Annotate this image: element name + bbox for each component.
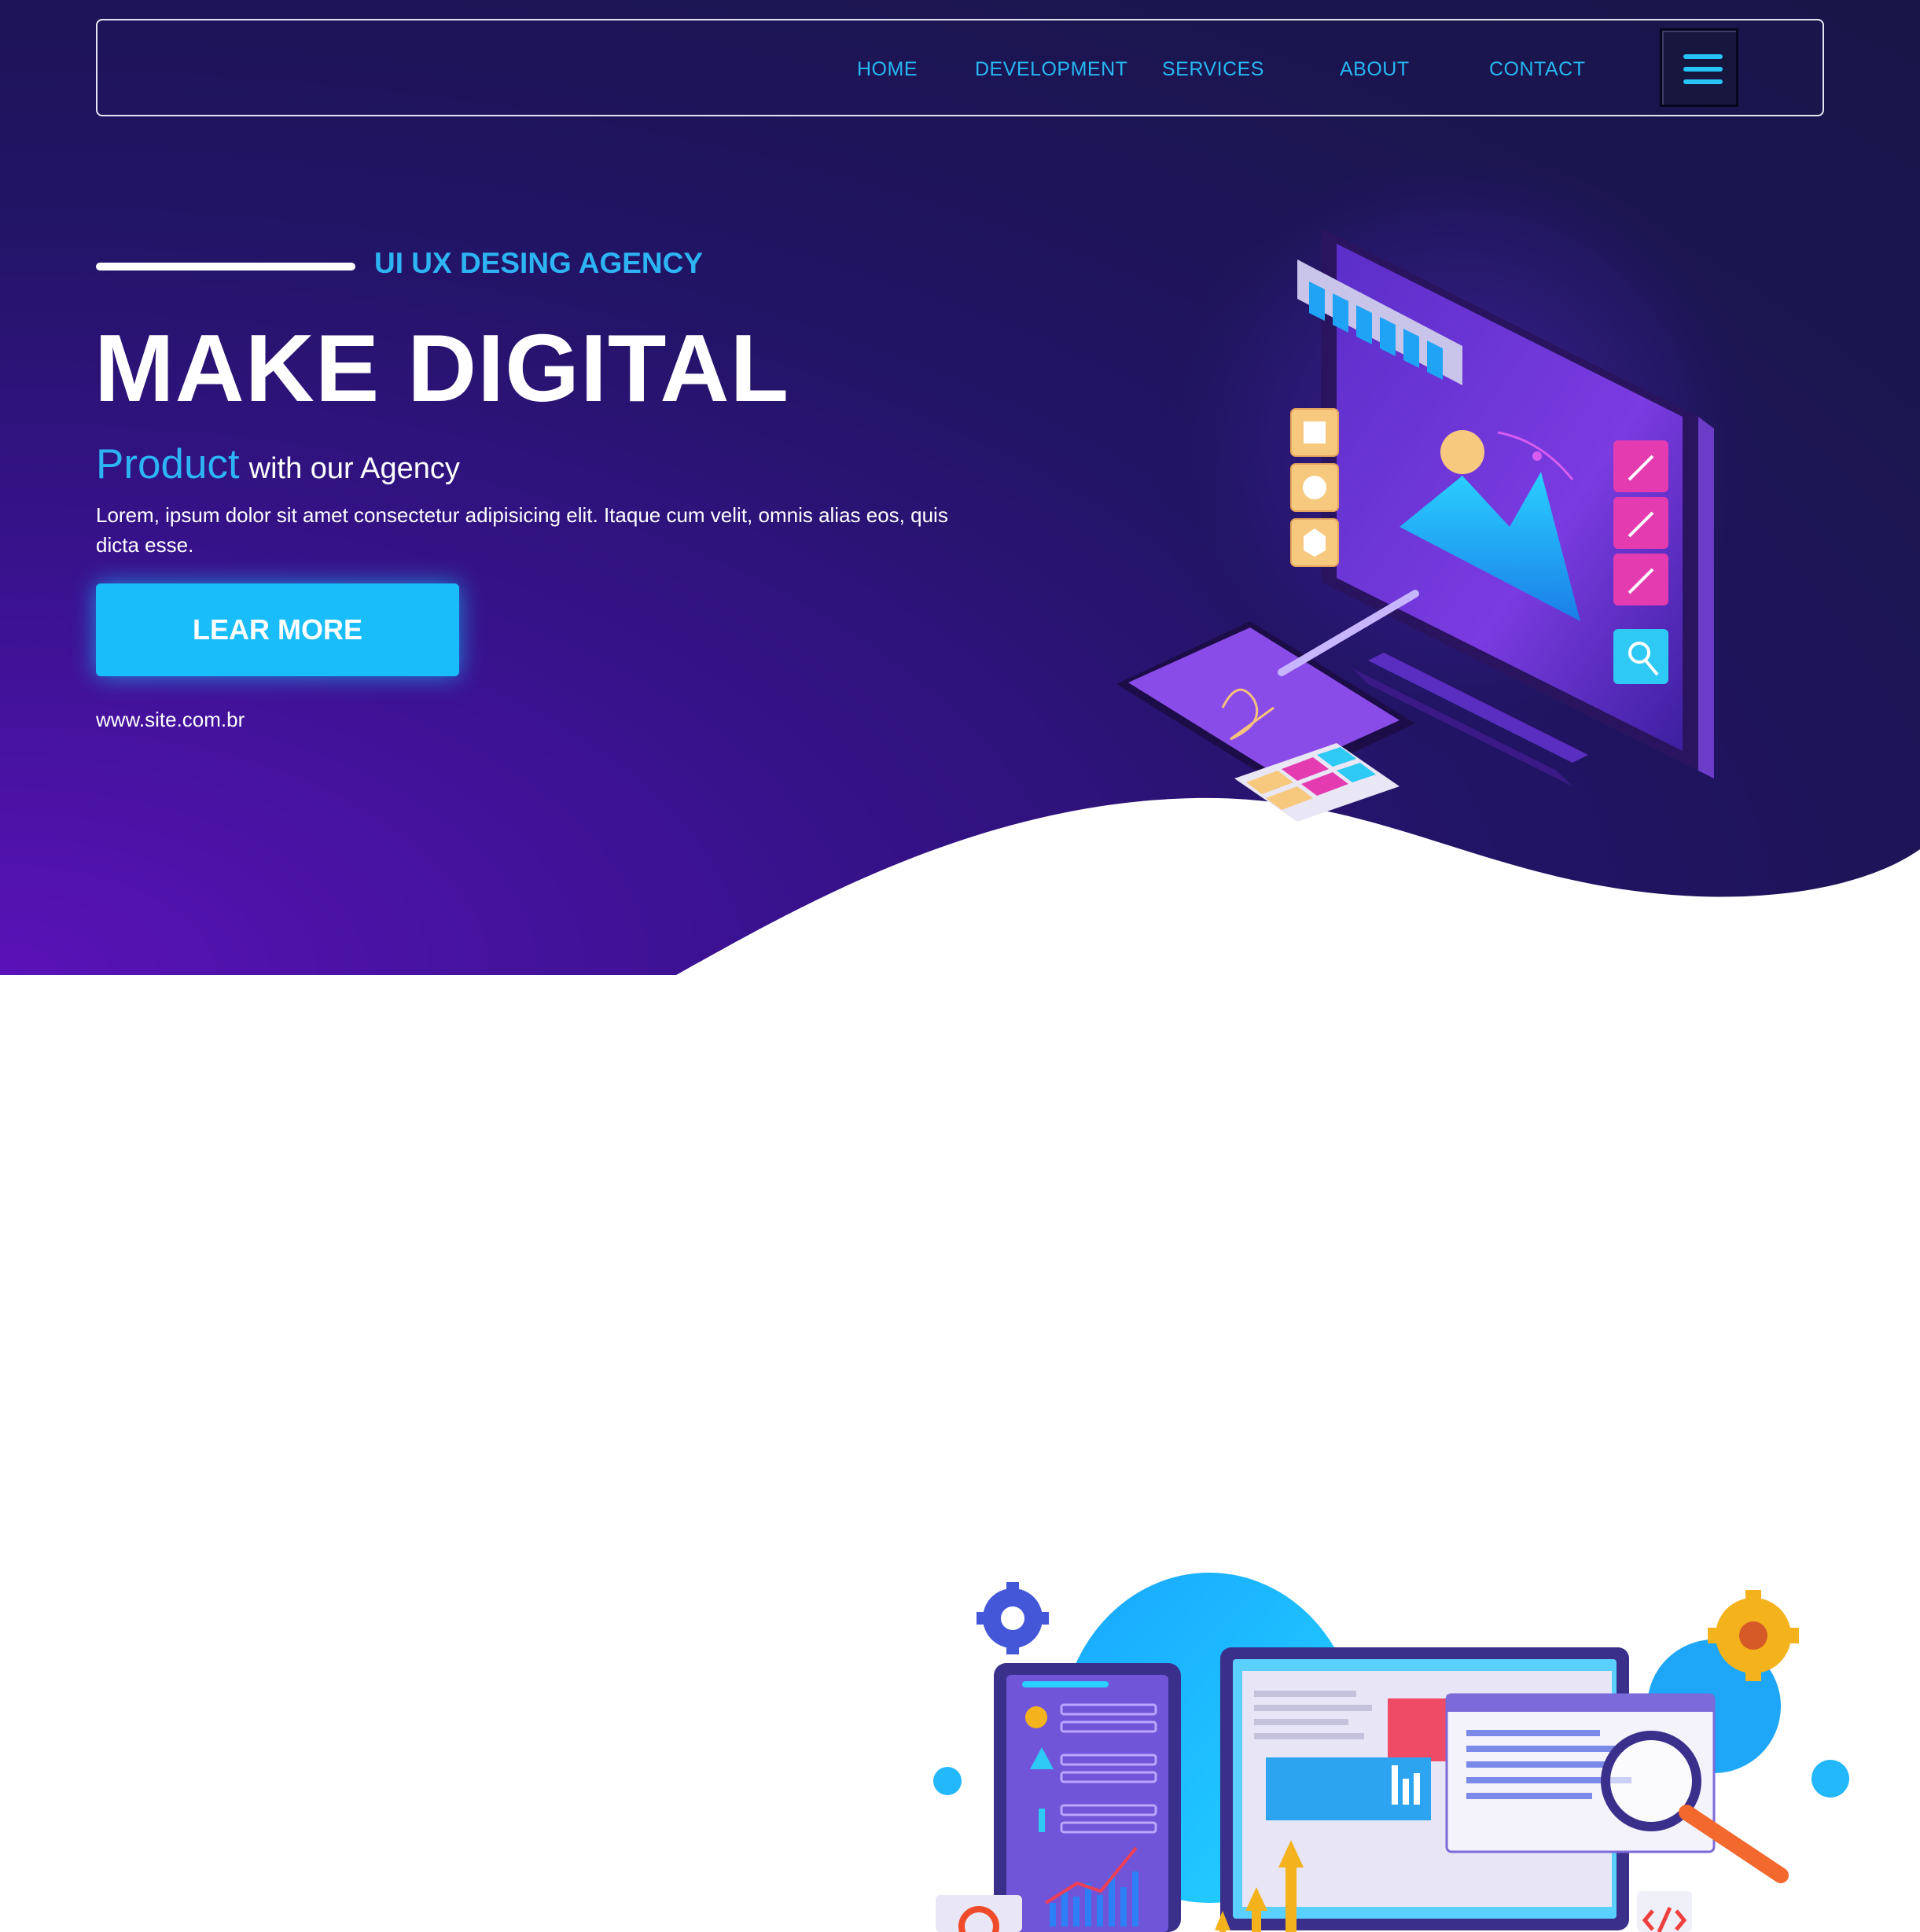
hero-title: MAKE DIGITAL (94, 315, 789, 421)
learn-more-button[interactable]: LEAR MORE (96, 583, 459, 676)
nav-link-about[interactable]: ABOUT (1340, 58, 1410, 81)
tagline-decorative-line (96, 263, 355, 270)
isometric-design-monitor-illustration (1116, 157, 1777, 822)
hero-subtitle-highlight: Product (96, 441, 240, 488)
nav-link-home[interactable]: HOME (857, 58, 918, 81)
navbar: HOME DEVELOPMENT SERVICES ABOUT CONTACT (96, 19, 1824, 116)
site-url[interactable]: www.site.com.br (96, 708, 245, 732)
hero-tagline: UI UX DESING AGENCY (374, 247, 704, 279)
hero-description: Lorem, ipsum dolor sit amet consectetur … (96, 503, 948, 557)
hero-subtitle-rest: with our Agency (248, 452, 460, 485)
analytics-devices-illustration (933, 1573, 1849, 1932)
nav-link-development[interactable]: DEVELOPMENT (975, 58, 1127, 81)
nav-link-services[interactable]: SERVICES (1162, 58, 1264, 81)
landing-page: HOME DEVELOPMENT SERVICES ABOUT CONTACT … (0, 0, 1920, 1932)
menu-button[interactable] (1660, 28, 1738, 107)
hero-subtitle: Product with our Agency (96, 440, 460, 488)
nav-link-contact[interactable]: CONTACT (1489, 58, 1585, 81)
